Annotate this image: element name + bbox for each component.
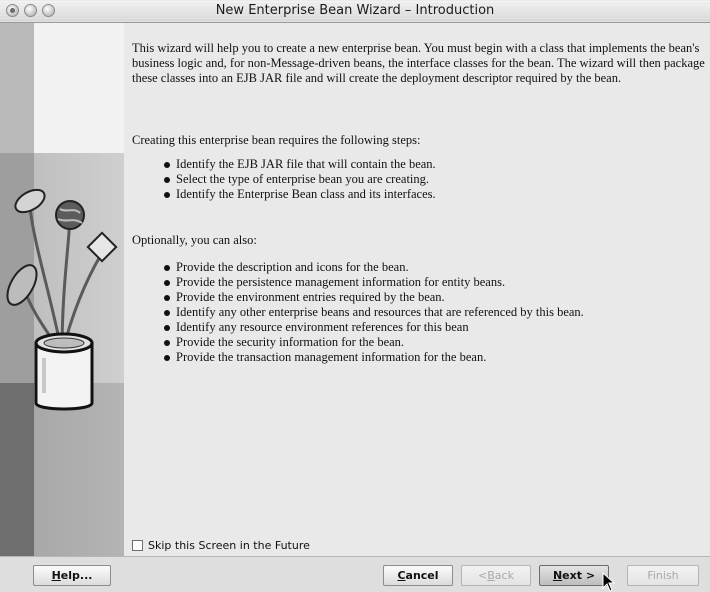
title-bar[interactable]: New Enterprise Bean Wizard – Introductio… — [0, 0, 710, 23]
list-item: Identify the Enterprise Bean class and i… — [164, 187, 436, 202]
optional-heading: Optionally, you can also: — [132, 233, 257, 247]
list-item: Provide the environment entries required… — [164, 290, 584, 305]
skip-screen-checkbox[interactable] — [132, 539, 143, 551]
list-item: Identify any other enterprise beans and … — [164, 305, 584, 320]
back-button[interactable]: < Back — [461, 565, 531, 586]
cancel-button[interactable]: Cancel — [383, 565, 453, 586]
list-item: Identify any resource environment refere… — [164, 320, 584, 335]
wizard-content: This wizard will help you to create a ne… — [124, 23, 710, 556]
optional-list: Provide the description and icons for th… — [164, 260, 584, 365]
enterprise-bean-jar-illustration — [6, 188, 118, 411]
window-title: New Enterprise Bean Wizard – Introductio… — [215, 3, 495, 18]
intro-text: This wizard will help you to create a ne… — [132, 41, 705, 85]
steps-list: Identify the EJB JAR file that will cont… — [164, 157, 436, 202]
list-item: Provide the security information for the… — [164, 335, 584, 350]
steps-heading: Creating this enterprise bean requires t… — [132, 133, 421, 147]
next-button[interactable]: Next > — [539, 565, 609, 586]
list-item: Provide the transaction management infor… — [164, 350, 584, 365]
finish-button[interactable]: Finish — [627, 565, 699, 586]
list-item: Provide the persistence management infor… — [164, 275, 584, 290]
list-item: Identify the EJB JAR file that will cont… — [164, 157, 436, 172]
skip-screen-label[interactable]: Skip this Screen in the Future — [148, 539, 310, 552]
list-item: Provide the description and icons for th… — [164, 260, 584, 275]
mouse-pointer-icon — [602, 572, 616, 592]
wizard-art-panel — [0, 23, 124, 556]
skip-screen-option[interactable]: Skip this Screen in the Future — [132, 538, 310, 552]
wizard-window: New Enterprise Bean Wizard – Introductio… — [0, 0, 710, 592]
list-item: Select the type of enterprise bean you a… — [164, 172, 436, 187]
help-button[interactable]: Help... — [33, 565, 111, 586]
